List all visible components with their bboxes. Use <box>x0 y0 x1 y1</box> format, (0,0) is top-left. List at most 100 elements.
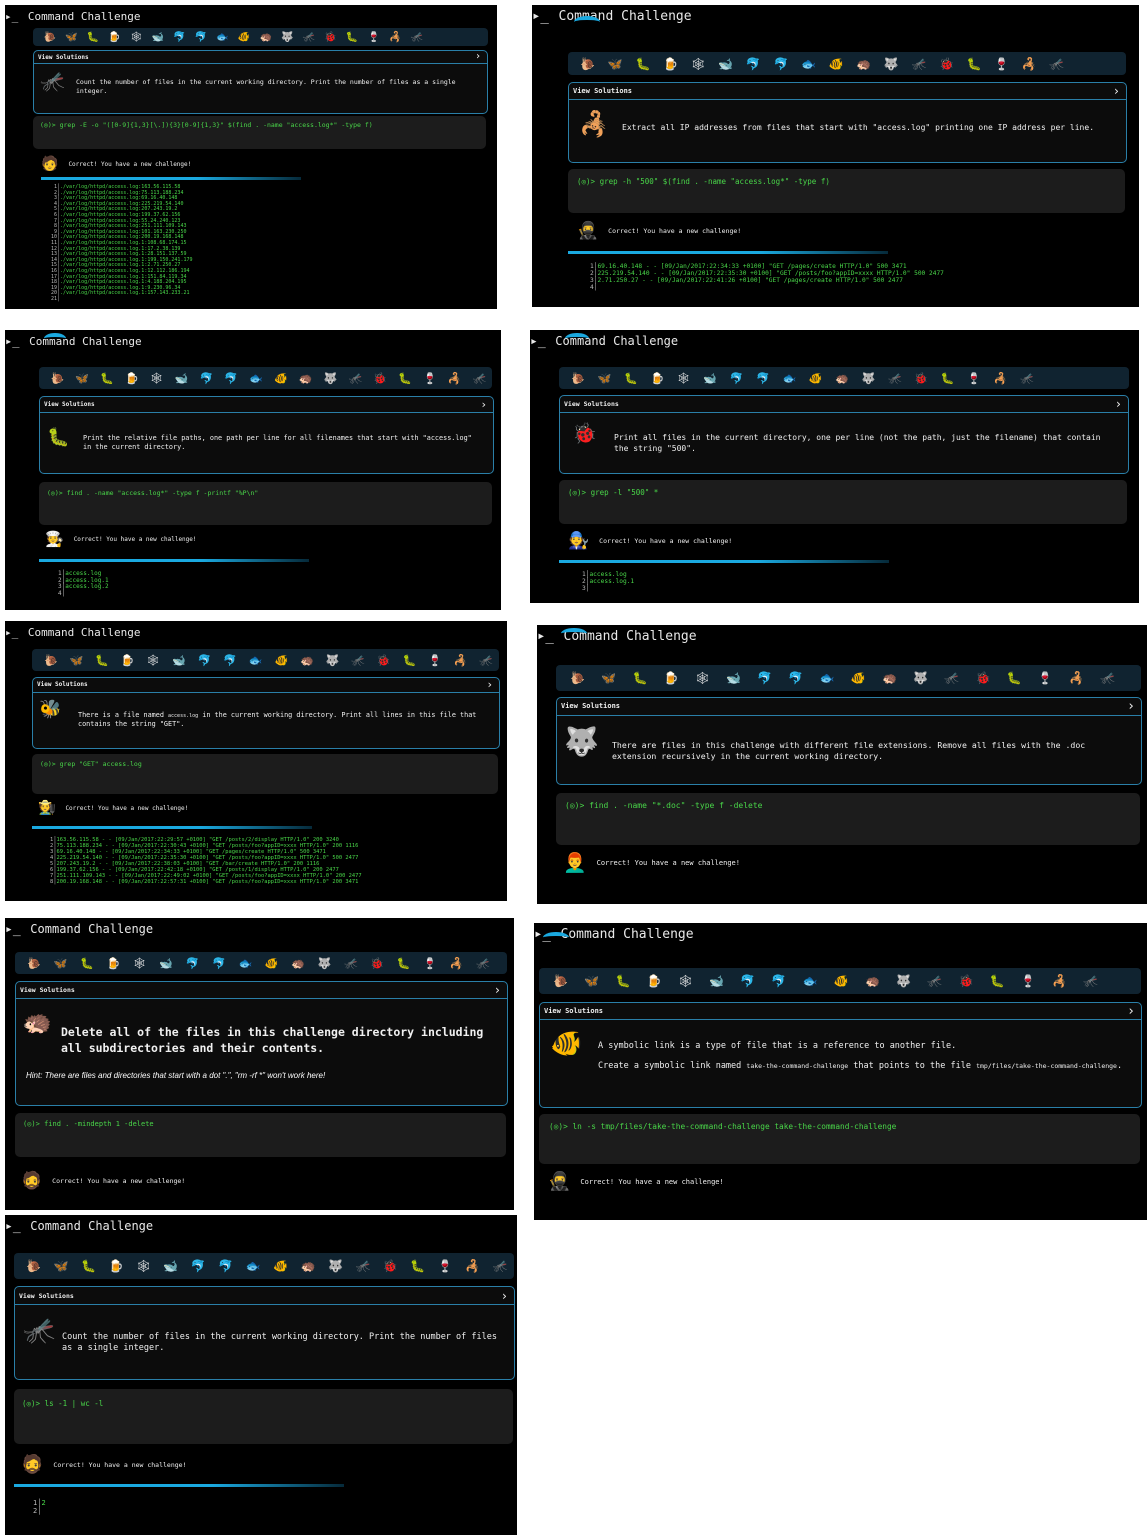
challenge-icon[interactable]: 🦟 <box>919 974 950 988</box>
command-input[interactable]: (◎)> find . -mindepth 1 -delete <box>23 1120 154 1128</box>
challenge-icon[interactable]: 🦋 <box>47 957 73 970</box>
challenge-icon[interactable]: 🐌 <box>562 671 593 685</box>
challenge-icon[interactable]: 🐛 <box>74 957 100 970</box>
challenge-icon[interactable]: 🦟 <box>1014 372 1040 385</box>
challenge-icon[interactable]: 🕸 <box>684 57 712 71</box>
challenge-icon-bar[interactable]: 🐌 🦋 🐛 🍺 🕸 🐋 🐬 🐬 🐟 🐠 🦔 🐺 🦟 🐞 🐛 🍷 🦂 🦟 <box>15 952 507 974</box>
challenge-icon[interactable]: 🐟 <box>232 957 258 970</box>
challenge-icon[interactable]: 🐟 <box>795 974 826 988</box>
challenge-icon[interactable]: 🐺 <box>311 957 337 970</box>
challenge-icon[interactable]: 🦟 <box>338 957 364 970</box>
challenge-icon[interactable]: 🦂 <box>385 32 407 43</box>
challenge-icon[interactable]: 🐺 <box>320 654 346 667</box>
challenge-icon[interactable]: 🍺 <box>656 671 687 685</box>
challenge-icon-bar[interactable]: 🐌 🦋 🐛 🍺 🕸 🐋 🐬 🐬 🐟 🐠 🦔 🐺 🦟 🐞 🐛 🍷 🦂 🦟 <box>568 52 1126 75</box>
challenge-icon[interactable]: 🐌 <box>20 1259 47 1273</box>
challenge-icon[interactable]: 🐋 <box>157 1259 184 1273</box>
challenge-icon[interactable]: 🦋 <box>47 1259 74 1273</box>
view-solutions-toggle[interactable]: View Solutions <box>38 54 89 61</box>
command-input-box[interactable]: (◎)> grep -l "500" * <box>559 480 1127 524</box>
command-input[interactable]: (◎)> find . -name "access.log*" -type f … <box>47 489 258 497</box>
challenge-icon[interactable]: 🦔 <box>294 1259 321 1273</box>
challenge-icon[interactable]: 🐌 <box>45 372 70 385</box>
challenge-icon[interactable]: 🐬 <box>750 372 776 385</box>
challenge-icon[interactable]: 🍺 <box>100 957 126 970</box>
challenge-icon[interactable]: 🐛 <box>397 654 423 667</box>
command-input-box[interactable]: (◎)> ls -1 | wc -l <box>14 1389 513 1444</box>
challenge-icon[interactable]: 🐛 <box>607 974 638 988</box>
view-solutions-toggle[interactable]: View Solutions <box>44 401 95 408</box>
challenge-icon[interactable]: 🍷 <box>417 957 443 970</box>
challenge-icon[interactable]: 🐬 <box>194 372 219 385</box>
challenge-icon[interactable]: 🐺 <box>905 671 936 685</box>
command-input[interactable]: (◎)> grep -h "500" $(find . -name "acces… <box>577 177 830 186</box>
challenge-icon[interactable]: 🕸 <box>671 372 697 385</box>
challenge-icon[interactable]: 🐛 <box>89 654 115 667</box>
challenge-icon[interactable]: 🍷 <box>417 372 442 385</box>
challenge-icon[interactable]: 🐋 <box>701 974 732 988</box>
challenge-icon[interactable]: 🐞 <box>371 654 397 667</box>
challenge-icon[interactable]: 🐬 <box>206 957 232 970</box>
challenge-icon[interactable]: 🦟 <box>936 671 967 685</box>
challenge-icon[interactable]: 🐌 <box>565 372 591 385</box>
challenge-icon[interactable]: 🦋 <box>61 32 83 43</box>
challenge-icon[interactable]: 🐟 <box>795 57 823 71</box>
challenge-icon[interactable]: 🍺 <box>115 654 141 667</box>
challenge-icon[interactable]: 🕸 <box>144 372 169 385</box>
command-input-box[interactable]: (◎)> ln -s tmp/files/take-the-command-ch… <box>539 1114 1140 1164</box>
challenge-icon[interactable]: 🐠 <box>268 372 293 385</box>
command-input[interactable]: (◎)> grep -E -o "([0-9]{1,3}[\.]){3}[0-9… <box>40 121 373 129</box>
challenge-icon[interactable]: 🐋 <box>712 57 740 71</box>
challenge-icon[interactable]: 🦋 <box>602 57 630 71</box>
challenge-icon[interactable]: 🐬 <box>169 32 191 43</box>
challenge-icon[interactable]: 🐋 <box>697 372 723 385</box>
challenge-icon-bar[interactable]: 🐌 🦋 🐛 🍺 🕸 🐋 🐬 🐬 🐟 🐠 🦔 🐺 🦟 🐞 🐛 🍷 🦂 🦟 <box>32 649 499 671</box>
challenge-icon-bar[interactable]: 🐌 🦋 🐛 🍺 🕸 🐋 🐬 🐬 🐟 🐠 🦔 🐺 🦟 🐞 🐛 🍷 🦂 🦟 <box>14 1253 514 1279</box>
challenge-icon[interactable]: 🐬 <box>179 957 205 970</box>
challenge-icon-bar[interactable]: 🐌 🦋 🐛 🍺 🕸 🐋 🐬 🐬 🐟 🐠 🦔 🐺 🦟 🐞 🐛 🍷 🦂 🦟 <box>539 968 1141 994</box>
challenge-icon[interactable]: 🐺 <box>888 974 919 988</box>
challenge-icon[interactable]: 🍺 <box>639 974 670 988</box>
challenge-icon[interactable]: 🦟 <box>406 32 428 43</box>
challenge-icon[interactable]: 🐋 <box>153 957 179 970</box>
challenge-icon[interactable]: 🦔 <box>857 974 888 988</box>
chevron-right-icon[interactable]: › <box>1127 699 1135 714</box>
command-input-box[interactable]: (◎)> find . -mindepth 1 -delete <box>15 1113 506 1157</box>
challenge-icon[interactable]: 🐛 <box>982 974 1013 988</box>
chevron-right-icon[interactable]: › <box>1113 84 1120 98</box>
challenge-icon[interactable]: 🐬 <box>185 1259 212 1273</box>
challenge-icon[interactable]: 🦟 <box>470 957 496 970</box>
chevron-right-icon[interactable]: › <box>475 51 481 62</box>
challenge-icon[interactable]: 🦔 <box>294 654 320 667</box>
view-solutions-toggle[interactable]: View Solutions <box>20 986 75 994</box>
challenge-icon[interactable]: 🐬 <box>749 671 780 685</box>
challenge-icon[interactable]: 🐬 <box>780 671 811 685</box>
challenge-icon[interactable]: 🐛 <box>960 57 988 71</box>
command-input-box[interactable]: (◎)> find . -name "access.log*" -type f … <box>39 482 492 525</box>
challenge-icon[interactable]: 🦔 <box>285 957 311 970</box>
challenge-icon[interactable]: 🕸 <box>130 1259 157 1273</box>
challenge-icon[interactable]: 🐞 <box>950 974 981 988</box>
challenge-icon[interactable]: 🐞 <box>377 1259 404 1273</box>
challenge-icon[interactable]: 🦋 <box>593 671 624 685</box>
command-input[interactable]: (◎)> grep "GET" access.log <box>40 760 142 768</box>
challenge-icon[interactable]: 🐠 <box>826 974 857 988</box>
challenge-icon[interactable]: 🐬 <box>190 32 212 43</box>
command-input[interactable]: (◎)> find . -name "*.doc" -type f -delet… <box>565 801 762 810</box>
challenge-icon[interactable]: 🐠 <box>803 372 829 385</box>
command-input-box[interactable]: (◎)> grep -E -o "([0-9]{1,3}[\.]){3}[0-9… <box>33 116 486 149</box>
challenge-icon[interactable]: 🐞 <box>908 372 934 385</box>
command-input[interactable]: (◎)> grep -l "500" * <box>568 488 658 497</box>
challenge-icon[interactable]: 🐛 <box>390 957 416 970</box>
challenge-icon[interactable]: 🍷 <box>432 1259 459 1273</box>
challenge-icon[interactable]: 🐛 <box>934 372 960 385</box>
challenge-icon[interactable]: 🦂 <box>1016 57 1044 71</box>
challenge-icon[interactable]: 🐞 <box>320 32 342 43</box>
challenge-icon[interactable]: 🕸 <box>687 671 718 685</box>
challenge-icon[interactable]: 🐌 <box>574 57 602 71</box>
challenge-icon[interactable]: 🦟 <box>473 654 499 667</box>
challenge-icon[interactable]: 🕸 <box>127 957 153 970</box>
challenge-icon[interactable]: 🐠 <box>822 57 850 71</box>
chevron-right-icon[interactable]: › <box>480 398 487 411</box>
challenge-icon[interactable]: 🐛 <box>629 57 657 71</box>
